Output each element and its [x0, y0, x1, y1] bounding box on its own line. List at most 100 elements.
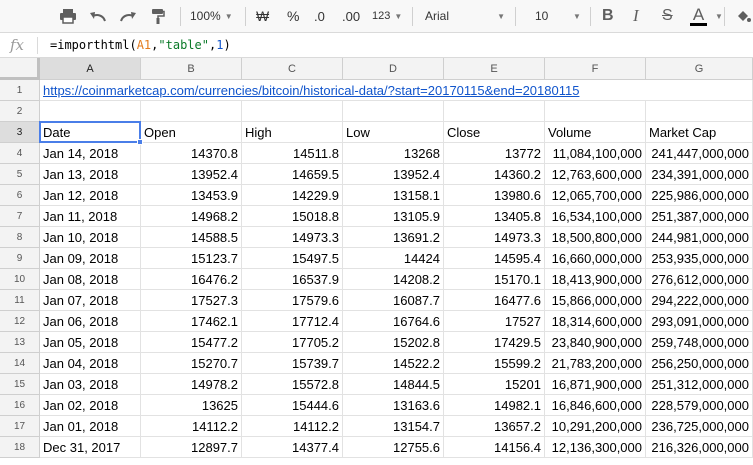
table-cell[interactable]: Jan 07, 2018	[40, 290, 141, 311]
table-cell[interactable]: 15270.7	[141, 353, 242, 374]
paint-format-icon[interactable]	[146, 0, 170, 32]
table-cell[interactable]: 12,136,300,000	[545, 437, 646, 458]
row-header-18[interactable]: 18	[0, 437, 40, 458]
table-cell[interactable]: 251,387,000,000	[646, 206, 753, 227]
table-cell[interactable]: 253,935,000,000	[646, 248, 753, 269]
row-header-13[interactable]: 13	[0, 332, 40, 353]
table-cell[interactable]: 14208.2	[343, 269, 444, 290]
table-cell[interactable]: 13980.6	[444, 185, 545, 206]
row-header-7[interactable]: 7	[0, 206, 40, 227]
table-cell[interactable]: 216,326,000,000	[646, 437, 753, 458]
table-header-cell[interactable]: Volume	[545, 122, 646, 143]
table-cell[interactable]: 17712.4	[242, 311, 343, 332]
row-header-3[interactable]: 3	[0, 122, 40, 143]
table-cell[interactable]: Jan 01, 2018	[40, 416, 141, 437]
table-cell[interactable]: Jan 09, 2018	[40, 248, 141, 269]
row-header-17[interactable]: 17	[0, 416, 40, 437]
select-all-corner[interactable]	[0, 58, 40, 80]
cell[interactable]	[444, 101, 545, 122]
table-cell[interactable]: 12,763,600,000	[545, 164, 646, 185]
table-cell[interactable]: 15,866,000,000	[545, 290, 646, 311]
table-cell[interactable]: 228,579,000,000	[646, 395, 753, 416]
table-cell[interactable]: 259,748,000,000	[646, 332, 753, 353]
italic-button[interactable]: I	[633, 0, 639, 32]
table-cell[interactable]: Dec 31, 2017	[40, 437, 141, 458]
table-cell[interactable]: 17705.2	[242, 332, 343, 353]
column-header-b[interactable]: B	[141, 58, 242, 80]
table-cell[interactable]: 241,447,000,000	[646, 143, 753, 164]
row-header-11[interactable]: 11	[0, 290, 40, 311]
row-header-1[interactable]: 1	[0, 80, 40, 101]
decrease-decimals-button[interactable]: .0	[314, 0, 325, 32]
table-cell[interactable]: Jan 02, 2018	[40, 395, 141, 416]
table-cell[interactable]: 14377.4	[242, 437, 343, 458]
table-cell[interactable]: 13268	[343, 143, 444, 164]
table-header-cell[interactable]: Open	[141, 122, 242, 143]
table-cell[interactable]: 15497.5	[242, 248, 343, 269]
table-header-cell[interactable]: High	[242, 122, 343, 143]
cell[interactable]	[40, 101, 141, 122]
cell[interactable]	[646, 101, 753, 122]
more-formats-button[interactable]: 123 ▼	[372, 0, 402, 32]
column-header-e[interactable]: E	[444, 58, 545, 80]
table-cell[interactable]: 14360.2	[444, 164, 545, 185]
table-cell[interactable]: 14156.4	[444, 437, 545, 458]
table-cell[interactable]: 10,291,200,000	[545, 416, 646, 437]
row-header-8[interactable]: 8	[0, 227, 40, 248]
table-cell[interactable]: Jan 03, 2018	[40, 374, 141, 395]
text-color-dropdown[interactable]: ▼	[711, 0, 723, 32]
column-header-d[interactable]: D	[343, 58, 444, 80]
font-size-select[interactable]: 10 ▼	[535, 0, 585, 32]
url-link[interactable]: https://coinmarketcap.com/currencies/bit…	[40, 80, 646, 101]
table-cell[interactable]: 14595.4	[444, 248, 545, 269]
table-cell[interactable]: 14511.8	[242, 143, 343, 164]
table-cell[interactable]: 17527.3	[141, 290, 242, 311]
row-header-6[interactable]: 6	[0, 185, 40, 206]
row-header-4[interactable]: 4	[0, 143, 40, 164]
table-cell[interactable]: 13405.8	[444, 206, 545, 227]
column-header-f[interactable]: F	[545, 58, 646, 80]
table-cell[interactable]: 12897.7	[141, 437, 242, 458]
text-color-button[interactable]: A	[690, 0, 707, 32]
cell[interactable]	[646, 80, 753, 101]
table-cell[interactable]: 14982.1	[444, 395, 545, 416]
table-cell[interactable]: 15018.8	[242, 206, 343, 227]
table-cell[interactable]: 18,500,800,000	[545, 227, 646, 248]
table-cell[interactable]: 15444.6	[242, 395, 343, 416]
cell[interactable]	[545, 101, 646, 122]
table-cell[interactable]: 16,534,100,000	[545, 206, 646, 227]
table-cell[interactable]: 13158.1	[343, 185, 444, 206]
table-cell[interactable]: 18,314,600,000	[545, 311, 646, 332]
table-cell[interactable]: Jan 05, 2018	[40, 332, 141, 353]
table-cell[interactable]: 13772	[444, 143, 545, 164]
table-cell[interactable]: 15599.2	[444, 353, 545, 374]
table-cell[interactable]: 14588.5	[141, 227, 242, 248]
cell[interactable]	[242, 101, 343, 122]
currency-format-button[interactable]: ₩	[256, 0, 269, 32]
table-cell[interactable]: 13691.2	[343, 227, 444, 248]
table-cell[interactable]: 13952.4	[343, 164, 444, 185]
cell[interactable]	[141, 101, 242, 122]
cell[interactable]	[343, 101, 444, 122]
print-icon[interactable]	[56, 0, 80, 32]
table-cell[interactable]: 14968.2	[141, 206, 242, 227]
table-cell[interactable]: 13453.9	[141, 185, 242, 206]
row-header-15[interactable]: 15	[0, 374, 40, 395]
row-header-10[interactable]: 10	[0, 269, 40, 290]
table-cell[interactable]: Jan 04, 2018	[40, 353, 141, 374]
table-cell[interactable]: 14844.5	[343, 374, 444, 395]
table-cell[interactable]: 13625	[141, 395, 242, 416]
table-cell[interactable]: Jan 14, 2018	[40, 143, 141, 164]
table-cell[interactable]: Jan 12, 2018	[40, 185, 141, 206]
table-cell[interactable]: 16537.9	[242, 269, 343, 290]
bold-button[interactable]: B	[602, 0, 614, 32]
undo-icon[interactable]	[86, 0, 110, 32]
table-cell[interactable]: 16,871,900,000	[545, 374, 646, 395]
table-cell[interactable]: Jan 10, 2018	[40, 227, 141, 248]
increase-decimals-button[interactable]: .00	[342, 0, 360, 32]
table-header-cell[interactable]: Close	[444, 122, 545, 143]
table-cell[interactable]: 16,660,000,000	[545, 248, 646, 269]
table-cell[interactable]: 14973.3	[242, 227, 343, 248]
table-cell[interactable]: Jan 11, 2018	[40, 206, 141, 227]
table-cell[interactable]: 12755.6	[343, 437, 444, 458]
